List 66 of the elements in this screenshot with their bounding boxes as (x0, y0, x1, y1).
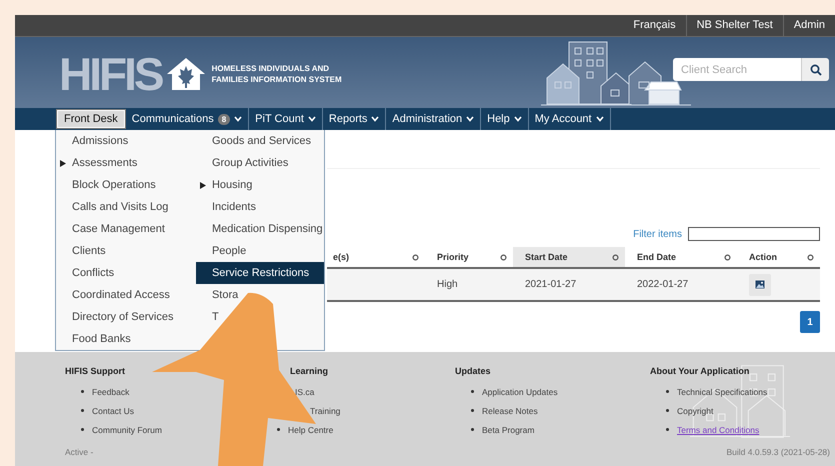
menu-item[interactable]: Goods and Services (196, 130, 324, 152)
sort-icon (412, 254, 419, 260)
column-header[interactable]: e(s) (327, 247, 425, 267)
column-header[interactable]: Action (737, 247, 820, 267)
sort-icon (724, 254, 731, 260)
table-cell-text: 2022-01-27 (636, 278, 690, 292)
logo-text: HIFIS (59, 54, 162, 94)
column-header[interactable]: End Date (625, 247, 737, 267)
filter-link[interactable]: Filter items (633, 228, 682, 240)
house-icon (166, 57, 206, 91)
footer-heading: Updates (455, 366, 492, 378)
sort-icon (500, 254, 507, 260)
status-text: Active - (65, 447, 94, 457)
logo-tagline: HOMELESS INDIVIDUALS AND FAMILIES INFORMATION SYSTEM (212, 63, 342, 85)
sort-icon (807, 254, 814, 260)
menu-item[interactable]: Case Management (56, 218, 196, 240)
filter-field[interactable] (688, 227, 820, 241)
footer-link[interactable]: Application Updates (482, 386, 558, 396)
footer-heading: Learning (289, 366, 330, 378)
menu-item[interactable]: Assessments (56, 152, 196, 174)
footer-link[interactable]: IS.ca (295, 386, 314, 396)
menu-item[interactable]: Group Activities (196, 152, 324, 174)
search-button[interactable] (801, 58, 829, 81)
menu-item[interactable]: Food Banks (56, 328, 196, 350)
action-button[interactable] (749, 274, 771, 296)
menu-item[interactable]: People (196, 240, 324, 262)
top-link[interactable]: NB Shelter Test (686, 15, 783, 36)
menu-item[interactable]: Calls and Visits Log (56, 196, 196, 218)
top-link[interactable]: Français (623, 15, 686, 36)
menu-item[interactable]: Admissions (56, 130, 196, 152)
page-button[interactable]: 1 (800, 311, 820, 333)
menu-item[interactable]: Coordinated Access (56, 284, 196, 306)
menu-item[interactable]: Incidents (196, 196, 324, 218)
footer-link[interactable]: Training (310, 406, 340, 416)
search-field[interactable]: Client Search (673, 58, 801, 81)
build-text: Build 4.0.59.3 (2021-05-28) (726, 447, 830, 457)
footer-link[interactable]: Help Centre (288, 424, 334, 434)
footer-link[interactable]: Copyright (677, 406, 714, 416)
column-header[interactable]: Priority (425, 247, 513, 267)
footer-link[interactable]: Feedback (92, 386, 130, 396)
count-badge: 8 (218, 114, 230, 124)
footer-link[interactable]: Technical Specifications (677, 386, 768, 396)
search-icon (810, 64, 822, 76)
sort-icon (612, 254, 619, 260)
footer-heading: About Your Application (650, 366, 750, 378)
menu-item[interactable]: Service Restrictions (196, 262, 324, 284)
image-icon (755, 280, 765, 289)
footer-link[interactable]: Contact Us (92, 406, 134, 416)
footer-heading: HIFIS Support (65, 366, 126, 378)
footer-link[interactable]: Community Forum (92, 424, 162, 434)
top-link[interactable]: Admin (782, 15, 835, 36)
menu-item[interactable]: Directory of Services (56, 306, 196, 328)
nav-menu-item[interactable]: Front Desk (57, 110, 125, 128)
menu-item[interactable]: Clients (56, 240, 196, 262)
footer-link[interactable]: Terms and Conditions (677, 424, 760, 434)
table-cell-text: 2021-01-27 (524, 278, 578, 292)
menu-item[interactable]: Stora (196, 284, 324, 306)
footer-link[interactable]: Beta Program (482, 424, 534, 434)
menu-item[interactable]: Block Operations (56, 174, 196, 196)
menu-item[interactable]: T (196, 306, 324, 328)
menu-item[interactable]: Housing (196, 174, 324, 196)
footer-link[interactable]: Release Notes (482, 406, 538, 416)
table-cell-text: High (436, 278, 459, 292)
menu-item[interactable]: Conflicts (56, 262, 196, 284)
column-header[interactable]: Start Date (513, 247, 625, 267)
menu-item[interactable]: Medication Dispensing (196, 218, 324, 240)
